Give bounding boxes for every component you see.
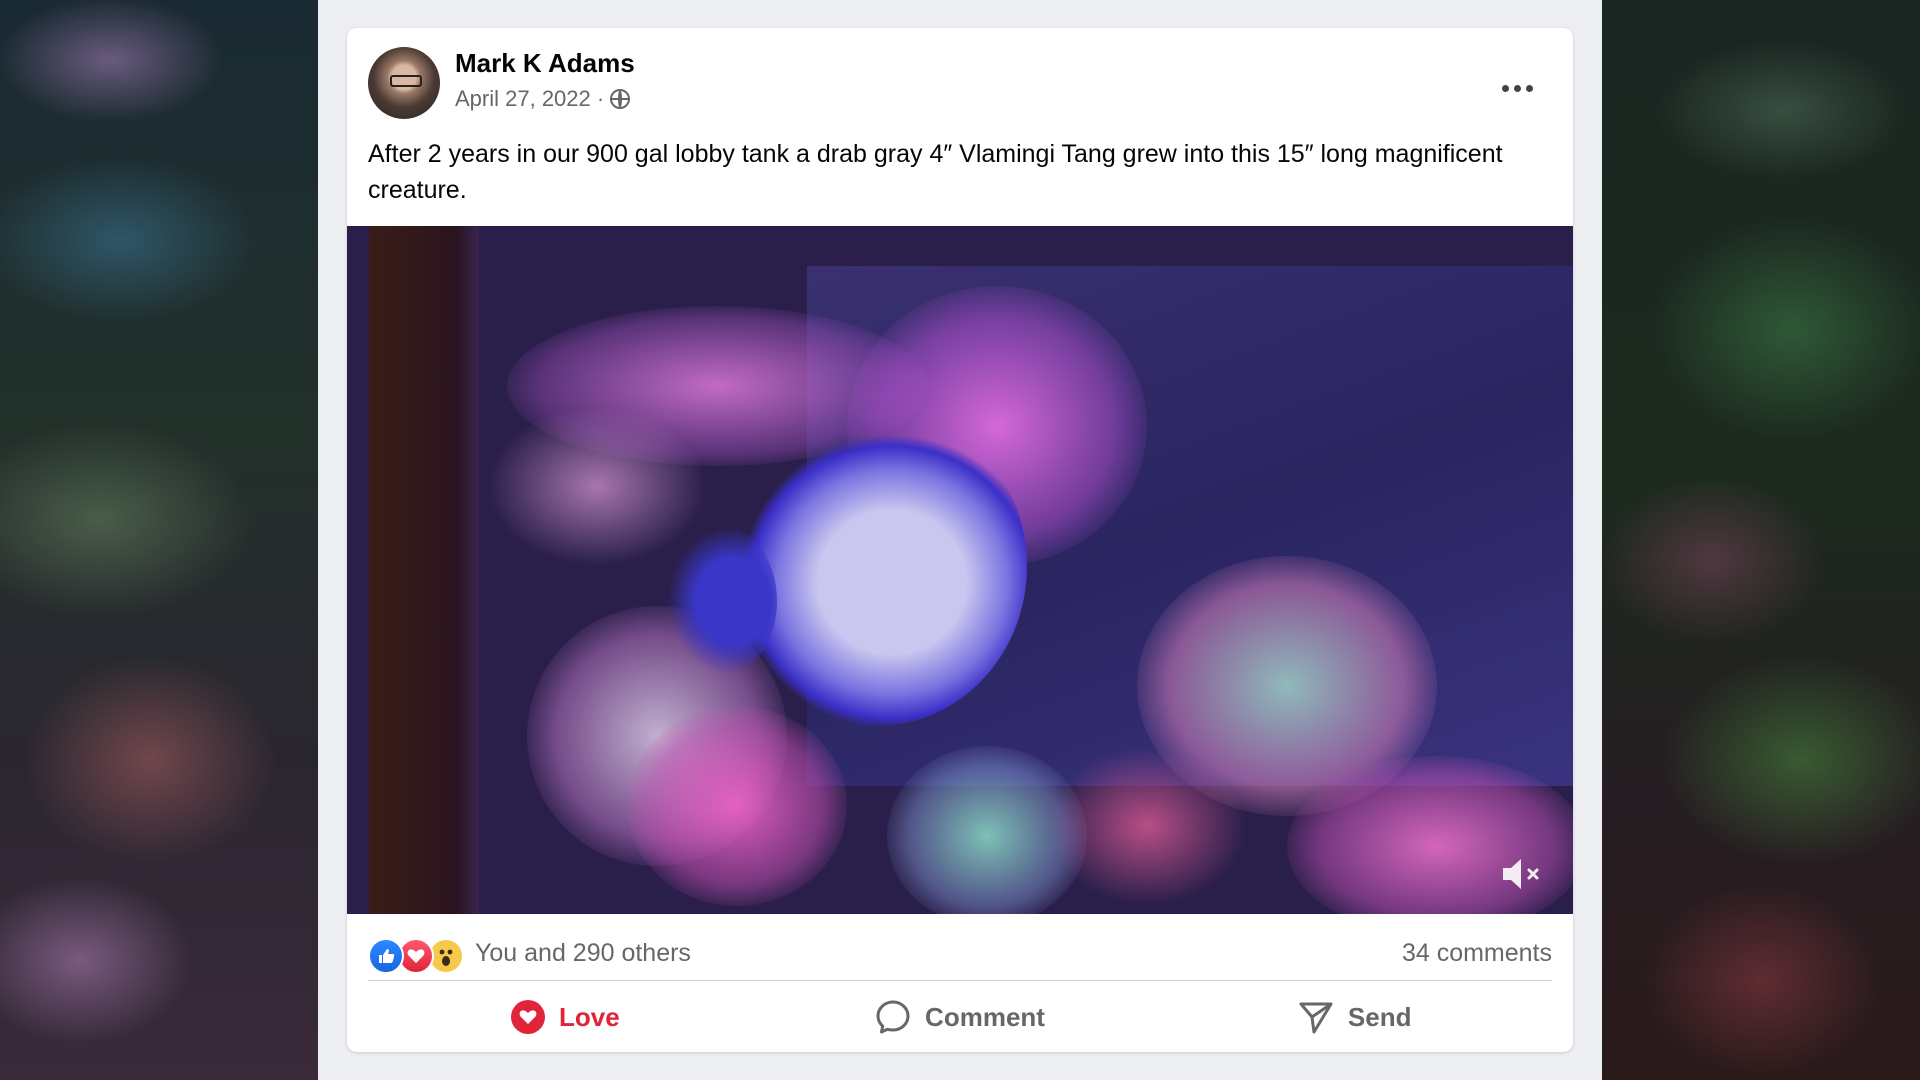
more-options-button[interactable] <box>1497 76 1537 100</box>
reactions-row: You and 290 others 34 comments <box>368 933 1552 977</box>
video-coral <box>487 406 707 566</box>
like-reaction-icon <box>368 938 404 974</box>
avatar-glasses <box>390 75 422 87</box>
divider <box>368 980 1552 981</box>
video-tank-pillar <box>369 226 479 914</box>
comment-icon <box>876 1000 910 1034</box>
send-label: Send <box>1347 1001 1412 1032</box>
post-text: After 2 years in our 900 gal lobby tank … <box>368 140 1503 204</box>
video-coral <box>1047 746 1247 906</box>
post-card: Mark K Adams April 27, 2022 · After 2 ye… <box>347 28 1573 1052</box>
heart-icon <box>510 1000 545 1034</box>
action-bar: Love Comment Send <box>368 988 1552 1046</box>
post-date[interactable]: April 27, 2022 · <box>455 86 604 112</box>
comment-button[interactable]: Comment <box>763 988 1158 1046</box>
send-icon <box>1299 1002 1333 1034</box>
video-coral <box>627 706 847 906</box>
reaction-icons[interactable] <box>368 938 472 974</box>
dot-icon <box>1513 84 1521 92</box>
dot-icon <box>1501 84 1509 92</box>
love-label: Love <box>558 1001 620 1032</box>
globe-icon <box>610 89 631 109</box>
comments-count[interactable]: 34 comments <box>1402 939 1552 968</box>
send-button[interactable]: Send <box>1157 988 1552 1046</box>
reaction-summary[interactable]: You and 290 others <box>475 939 691 968</box>
speaker-muted-icon[interactable] <box>1499 854 1543 894</box>
blurred-background-left <box>0 0 318 1080</box>
comment-label: Comment <box>925 1001 1045 1032</box>
video-fish <box>727 406 1027 726</box>
post-meta: April 27, 2022 · <box>455 86 631 112</box>
love-button[interactable]: Love <box>368 988 763 1046</box>
video-fish-fin <box>667 526 777 676</box>
blurred-background-right <box>1602 0 1920 1080</box>
avatar[interactable] <box>368 47 440 119</box>
dot-icon <box>1525 84 1533 92</box>
post-video[interactable] <box>347 226 1573 914</box>
author-name[interactable]: Mark K Adams <box>455 48 635 79</box>
